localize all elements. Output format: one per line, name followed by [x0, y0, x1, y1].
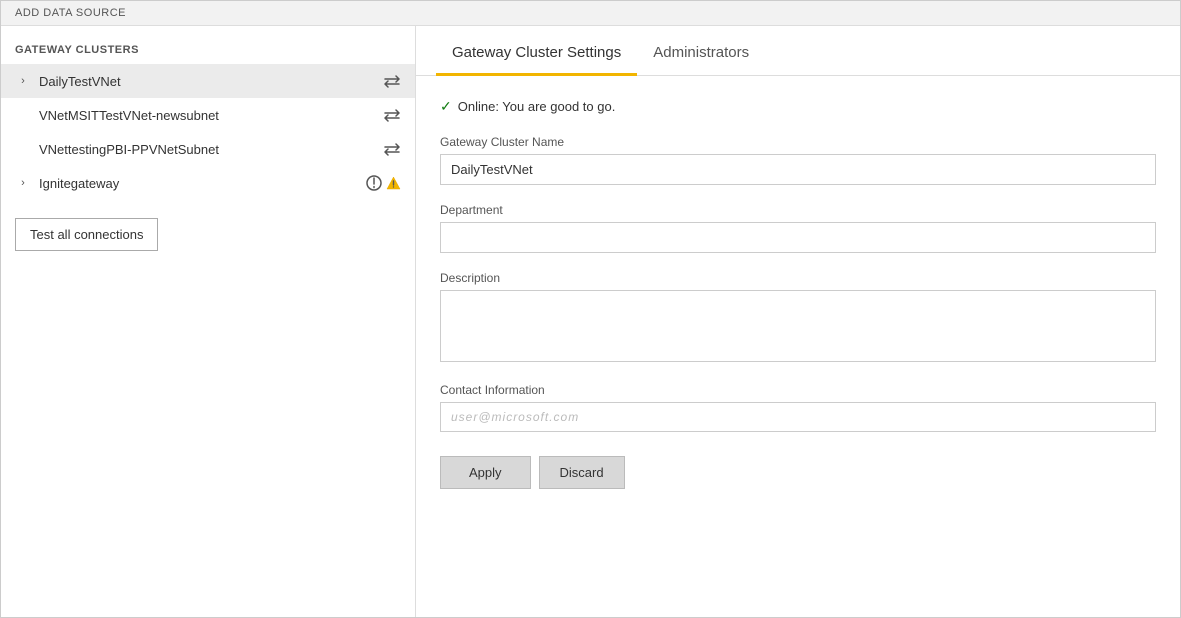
- cluster-name-input[interactable]: [440, 154, 1156, 185]
- description-label: Description: [440, 271, 1156, 285]
- sidebar-item-ignite-gateway[interactable]: › Ignitegateway: [1, 166, 415, 200]
- sidebar-item-daily-test-vnet[interactable]: › DailyTestVNet: [1, 64, 415, 98]
- network-icon: [383, 143, 401, 156]
- status-check-icon: ✓: [440, 98, 452, 115]
- sidebar-item-vnet-testing[interactable]: › VNettestingPBI-PPVNetSubnet: [1, 132, 415, 166]
- sidebar-section-label: GATEWAY CLUSTERS: [1, 26, 415, 64]
- network-icon: [383, 109, 401, 122]
- cluster-name-label: Gateway Cluster Name: [440, 135, 1156, 149]
- main-content: GATEWAY CLUSTERS › DailyTestVNet › VNetM…: [1, 26, 1180, 617]
- tab-gateway-cluster-settings[interactable]: Gateway Cluster Settings: [436, 26, 637, 75]
- form-group-department: Department: [440, 203, 1156, 253]
- contact-info-input[interactable]: [440, 402, 1156, 432]
- form-group-cluster-name: Gateway Cluster Name: [440, 135, 1156, 185]
- tab-administrators[interactable]: Administrators: [637, 26, 765, 75]
- top-bar-label: ADD DATA SOURCE: [15, 7, 126, 19]
- network-icon: [383, 75, 401, 88]
- button-row: Apply Discard: [440, 456, 1156, 489]
- apply-button[interactable]: Apply: [440, 456, 531, 489]
- description-textarea[interactable]: [440, 290, 1156, 362]
- gateway-name: Ignitegateway: [39, 176, 361, 191]
- gateway-name: VNettestingPBI-PPVNetSubnet: [39, 142, 378, 157]
- department-input[interactable]: [440, 222, 1156, 253]
- form-group-description: Description: [440, 271, 1156, 365]
- gateway-name: VNetMSITTestVNet-newsubnet: [39, 108, 378, 123]
- test-all-connections-button[interactable]: Test all connections: [15, 218, 158, 251]
- sidebar-item-vnet-msit[interactable]: › VNetMSITTestVNet-newsubnet: [1, 98, 415, 132]
- tabs-bar: Gateway Cluster Settings Administrators: [416, 26, 1180, 76]
- contact-info-label: Contact Information: [440, 383, 1156, 397]
- chevron-icon: ›: [15, 73, 31, 89]
- sidebar: GATEWAY CLUSTERS › DailyTestVNet › VNetM…: [1, 26, 416, 617]
- warning-icon: [386, 176, 401, 190]
- form-group-contact: Contact Information: [440, 383, 1156, 432]
- status-line: ✓ Online: You are good to go.: [440, 98, 1156, 115]
- network-icon: [366, 175, 382, 191]
- right-panel: Gateway Cluster Settings Administrators …: [416, 26, 1180, 617]
- status-text: Online: You are good to go.: [458, 99, 616, 114]
- discard-button[interactable]: Discard: [539, 456, 625, 489]
- top-bar: ADD DATA SOURCE: [1, 1, 1180, 26]
- chevron-icon: ›: [15, 175, 31, 191]
- department-label: Department: [440, 203, 1156, 217]
- panel-body: ✓ Online: You are good to go. Gateway Cl…: [416, 76, 1180, 617]
- gateway-name: DailyTestVNet: [39, 74, 378, 89]
